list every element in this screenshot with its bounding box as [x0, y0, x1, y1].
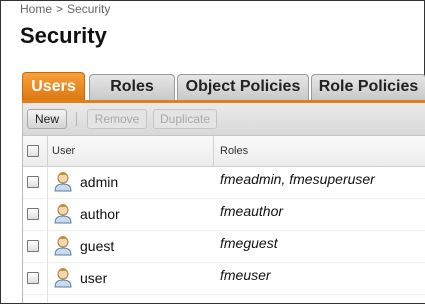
table-row[interactable]: admin fmeadmin, fmesuperuser: [23, 166, 425, 199]
user-roles: fmeauthor: [220, 203, 284, 219]
breadcrumb-separator: >: [56, 2, 64, 16]
new-button[interactable]: New: [27, 109, 67, 129]
row-checkbox[interactable]: [27, 176, 39, 188]
users-panel: New Remove Duplicate User Roles admin fm…: [22, 103, 425, 303]
column-divider: [47, 136, 48, 166]
table-row[interactable]: user fmeuser: [23, 262, 425, 295]
breadcrumb-current: Security: [67, 2, 111, 16]
toolbar: New Remove Duplicate: [23, 103, 425, 136]
user-name: user: [80, 270, 108, 286]
select-all-checkbox[interactable]: [27, 145, 39, 157]
table-header: User Roles: [23, 136, 425, 167]
user-icon: [54, 172, 72, 192]
row-checkbox[interactable]: [27, 272, 39, 284]
table-row[interactable]: author fmeauthor: [23, 198, 425, 231]
tab-roles[interactable]: Roles: [89, 74, 175, 100]
user-roles: fmeadmin, fmesuperuser: [220, 171, 375, 187]
breadcrumb: Home > Security: [20, 2, 110, 16]
row-checkbox[interactable]: [27, 240, 39, 252]
tab-users[interactable]: Users: [22, 72, 85, 100]
user-roles: fmeguest: [220, 235, 278, 251]
column-header-user[interactable]: User: [52, 136, 75, 166]
remove-button[interactable]: Remove: [87, 109, 147, 129]
table-row[interactable]: guest fmeguest: [23, 230, 425, 263]
column-header-roles[interactable]: Roles: [220, 136, 248, 166]
user-icon: [54, 236, 72, 256]
user-icon: [54, 268, 72, 288]
duplicate-button[interactable]: Duplicate: [153, 109, 217, 129]
tab-object-policies[interactable]: Object Policies: [177, 74, 309, 100]
tab-role-policies[interactable]: Role Policies: [311, 74, 425, 100]
user-name: admin: [80, 174, 119, 190]
page-title: Security: [20, 23, 107, 48]
user-roles: fmeuser: [220, 267, 271, 283]
user-name: guest: [80, 238, 115, 254]
toolbar-separator: [76, 112, 77, 126]
row-checkbox[interactable]: [27, 208, 39, 220]
tab-bar: Users Roles Object Policies Role Policie…: [22, 72, 425, 100]
column-divider: [213, 136, 214, 166]
user-icon: [54, 204, 72, 224]
breadcrumb-home-link[interactable]: Home: [20, 2, 52, 16]
user-name: author: [80, 206, 120, 222]
